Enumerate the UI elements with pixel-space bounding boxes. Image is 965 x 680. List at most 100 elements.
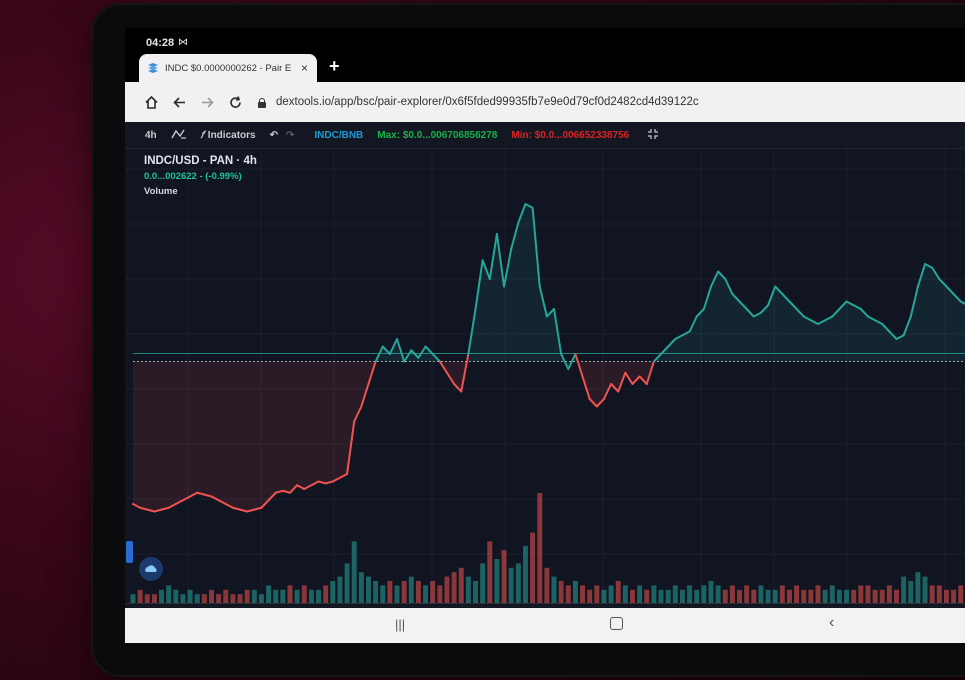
volume-bar	[951, 589, 957, 603]
volume-bar	[266, 585, 272, 603]
volume-bar	[537, 493, 543, 603]
home-icon[interactable]	[142, 93, 160, 111]
volume-bar	[294, 589, 300, 603]
dextools-logo-icon	[139, 557, 163, 581]
interval-selector[interactable]: 4h	[145, 130, 157, 141]
area-fill	[225, 361, 233, 508]
area-fill	[168, 361, 176, 508]
volume-bar	[765, 589, 771, 603]
area-fill	[803, 316, 811, 362]
volume-bar	[822, 589, 828, 603]
area-fill	[732, 294, 740, 362]
volume-bar	[815, 585, 821, 603]
area-fill	[154, 361, 162, 512]
volume-bar	[929, 585, 935, 603]
indicators-button[interactable]: Indicators	[208, 130, 256, 141]
area-fill	[161, 361, 169, 510]
area-fill	[297, 361, 305, 489]
volume-bar	[365, 576, 371, 603]
area-fill	[810, 320, 819, 362]
volume-bar	[651, 585, 657, 603]
volume-bar	[187, 589, 193, 603]
volume-bar	[851, 589, 857, 603]
back-button-icon[interactable]: ‹	[829, 614, 834, 632]
area-fill	[268, 361, 276, 501]
area-fill	[218, 361, 226, 504]
dextools-favicon-icon	[148, 63, 158, 73]
volume-bar	[144, 594, 150, 603]
volume-bar	[480, 563, 486, 603]
pair-label[interactable]: INDC/BNB	[314, 130, 363, 141]
volume-bar	[644, 589, 650, 603]
undo-icon[interactable]: ↶	[270, 130, 278, 141]
area-fill	[518, 204, 526, 362]
area-fill	[282, 361, 290, 493]
volume-bar	[380, 585, 386, 603]
fullscreen-icon[interactable]	[647, 128, 659, 143]
volume-bar	[672, 585, 678, 603]
area-fill	[953, 294, 961, 362]
tab-close-icon[interactable]: ×	[301, 61, 308, 75]
volume-bar	[794, 585, 800, 603]
area-fill	[939, 279, 947, 362]
volume-bar	[808, 589, 814, 603]
area-fill	[361, 361, 369, 407]
volume-bar	[501, 550, 507, 603]
area-fill	[867, 316, 876, 362]
volume-bar	[836, 589, 842, 603]
volume-bar	[615, 581, 621, 603]
chart-style-icon[interactable]	[171, 128, 187, 143]
home-button-icon[interactable]	[610, 617, 623, 630]
volume-bar	[572, 581, 578, 603]
volume-bar	[701, 585, 707, 603]
area-fill	[818, 320, 826, 362]
volume-bar	[779, 585, 785, 603]
area-fill	[932, 267, 940, 362]
area-fill	[682, 331, 690, 362]
new-tab-button[interactable]: +	[329, 56, 340, 77]
volume-bar	[894, 589, 899, 603]
volume-bar	[758, 585, 764, 603]
volume-bar	[166, 585, 172, 603]
volume-bar	[694, 589, 700, 603]
recent-apps-icon[interactable]: |||	[395, 617, 405, 632]
volume-bar	[415, 581, 421, 603]
forward-arrow-icon[interactable]	[198, 93, 216, 111]
address-bar[interactable]: dextools.io/app/bsc/pair-explorer/0x6f5f…	[258, 89, 699, 115]
area-fill	[525, 204, 533, 362]
volume-bar	[401, 581, 407, 603]
area-fill	[925, 264, 933, 362]
volume-bar	[744, 585, 750, 603]
price-chart[interactable]: INDC/USD - PAN · 4h 0.0...002622 - (-0.9…	[125, 149, 965, 603]
volume-bar	[273, 589, 279, 603]
volume-bar	[601, 589, 607, 603]
browser-tab[interactable]: INDC $0.0000000262 - Pair E ×	[139, 54, 317, 82]
redo-icon[interactable]: ↷	[286, 130, 294, 141]
volume-bar	[558, 581, 564, 603]
volume-bar	[387, 581, 393, 603]
min-price-label: Min: $0.0...006652338756	[511, 129, 630, 141]
volume-bar	[487, 541, 493, 603]
area-fill	[475, 260, 483, 362]
volume-bar	[316, 589, 322, 603]
volume-bar	[665, 589, 671, 603]
volume-bar	[844, 589, 850, 603]
volume-bar	[280, 589, 286, 603]
area-fill	[782, 294, 790, 362]
area-fill	[318, 361, 326, 484]
area-fill	[789, 301, 797, 362]
drag-handle[interactable]	[126, 541, 133, 563]
area-fill	[182, 361, 191, 501]
area-fill	[946, 286, 954, 362]
status-bar: 04:28 ⋈	[125, 28, 965, 56]
fx-icon[interactable]: 𝑓	[201, 130, 204, 141]
volume-bar	[216, 594, 222, 603]
volume-bar	[637, 585, 643, 603]
cast-icon: ⋈	[178, 37, 188, 48]
volume-bar	[630, 589, 635, 603]
back-arrow-icon[interactable]	[170, 93, 188, 111]
area-fill	[760, 305, 769, 362]
area-fill	[304, 361, 312, 489]
reload-icon[interactable]	[226, 93, 244, 111]
volume-bar	[465, 576, 471, 603]
